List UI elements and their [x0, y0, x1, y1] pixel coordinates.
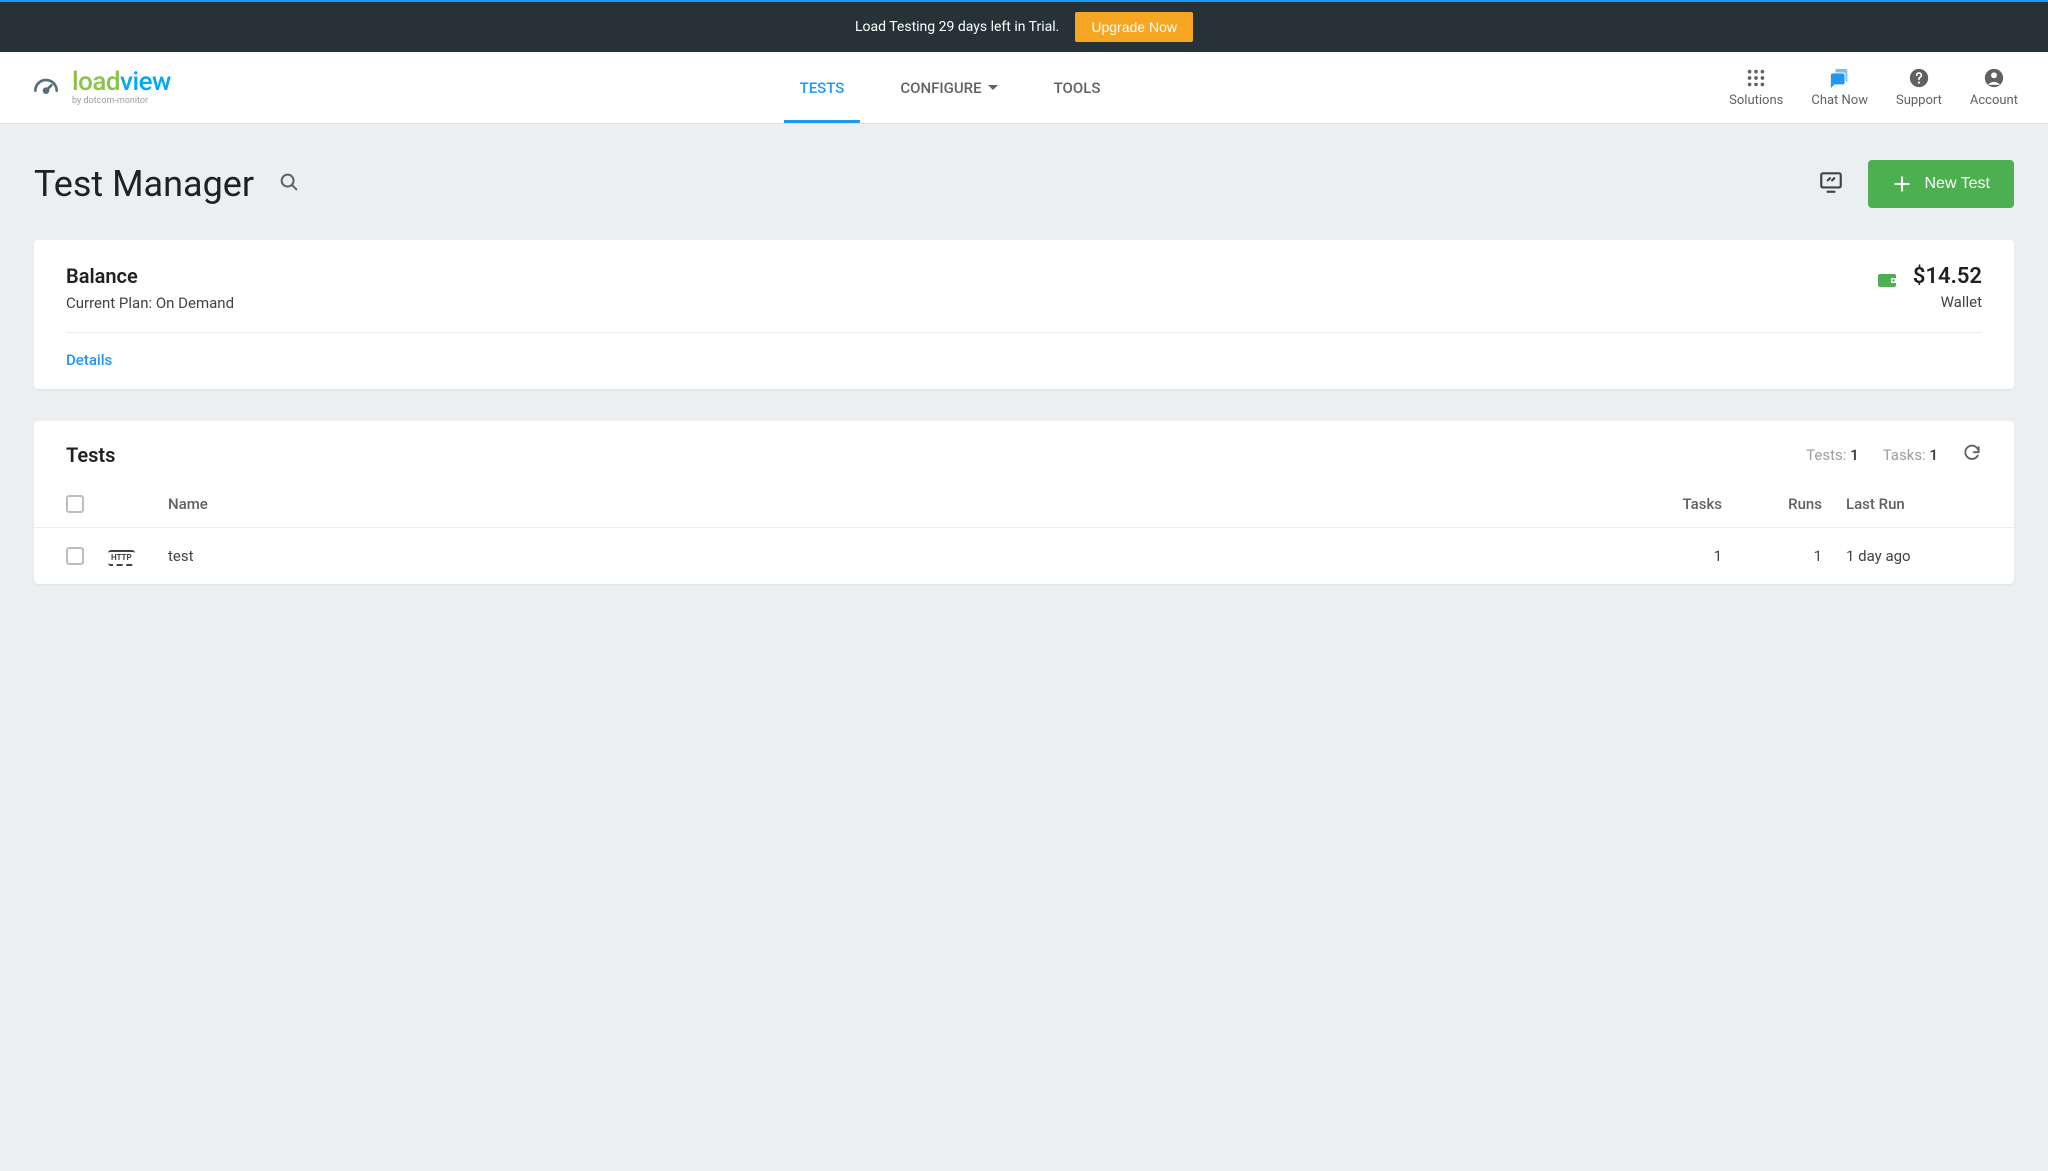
- plus-icon: [1892, 174, 1912, 194]
- http-test-icon: HTTP: [108, 550, 135, 566]
- header-action-label: Account: [1970, 93, 2018, 108]
- account-icon: [1983, 67, 2005, 89]
- balance-details-link[interactable]: Details: [66, 351, 112, 369]
- new-test-label: New Test: [1924, 175, 1990, 193]
- brand-tagline: by dotcom-monitor: [72, 97, 171, 106]
- header-action-label: Chat Now: [1811, 93, 1868, 108]
- balance-card: Balance Current Plan: On Demand $14.52: [34, 240, 2014, 389]
- tasks-count-stat: Tasks: 1: [1883, 446, 1938, 464]
- trial-message: Load Testing 29 days left in Trial.: [855, 19, 1059, 35]
- apps-grid-icon: [1745, 67, 1767, 89]
- header-actions: Solutions Chat Now Support Account: [1729, 67, 2018, 108]
- tests-count-stat: Tests: 1: [1806, 446, 1859, 464]
- column-header-tasks[interactable]: Tasks: [1634, 485, 1734, 528]
- gauge-icon: [30, 72, 62, 104]
- balance-amount: $14.52: [1913, 264, 1982, 289]
- support-button[interactable]: Support: [1896, 67, 1942, 108]
- brand-logo[interactable]: loadview by dotcom-monitor: [30, 69, 171, 106]
- nav-tab-tests[interactable]: TESTS: [772, 52, 873, 123]
- page-title: Test Manager: [34, 163, 254, 205]
- table-row[interactable]: HTTP test 1 1 1 day ago: [34, 528, 2014, 585]
- header-action-label: Support: [1896, 93, 1942, 108]
- page-header: Test Manager New: [34, 160, 2014, 208]
- header-action-label: Solutions: [1729, 93, 1783, 108]
- balance-title: Balance: [66, 264, 234, 288]
- nav-tab-configure[interactable]: CONFIGURE: [872, 52, 1025, 123]
- column-header-last-run[interactable]: Last Run: [1834, 485, 2014, 528]
- test-runs-cell: 1: [1734, 528, 1834, 585]
- new-test-button[interactable]: New Test: [1868, 160, 2014, 208]
- refresh-icon: [1962, 443, 1982, 463]
- test-name-cell: test: [156, 528, 1634, 585]
- brand-name-part1: load: [72, 67, 120, 97]
- wallet-icon: [1875, 268, 1899, 296]
- account-button[interactable]: Account: [1970, 67, 2018, 108]
- balance-plan: Current Plan: On Demand: [66, 294, 234, 312]
- brand-name-part2: view: [120, 67, 171, 97]
- row-checkbox[interactable]: [66, 547, 84, 565]
- chevron-down-icon: [988, 85, 998, 90]
- test-tasks-cell: 1: [1634, 528, 1734, 585]
- tests-table: Name Tasks Runs Last Run HTTP test 1 1: [34, 485, 2014, 584]
- solutions-button[interactable]: Solutions: [1729, 67, 1783, 108]
- trial-banner: Load Testing 29 days left in Trial. Upgr…: [0, 0, 2048, 52]
- column-header-name[interactable]: Name: [156, 485, 1634, 528]
- screen-recorder-icon: [1818, 169, 1844, 195]
- test-last-run-cell: 1 day ago: [1834, 528, 2014, 585]
- main-header: loadview by dotcom-monitor TESTS CONFIGU…: [0, 52, 2048, 124]
- balance-wallet-label: Wallet: [1913, 293, 1982, 311]
- chat-icon: [1829, 67, 1851, 89]
- tests-card: Tests Tests: 1 Tasks: 1: [34, 421, 2014, 584]
- screen-recorder-button[interactable]: [1818, 169, 1844, 199]
- chat-now-button[interactable]: Chat Now: [1811, 67, 1868, 108]
- search-button[interactable]: [278, 171, 300, 197]
- nav-tab-label: TESTS: [800, 79, 845, 97]
- refresh-button[interactable]: [1962, 443, 1982, 467]
- search-icon: [278, 171, 300, 193]
- column-header-runs[interactable]: Runs: [1734, 485, 1834, 528]
- tests-title: Tests: [66, 443, 115, 467]
- select-all-checkbox[interactable]: [66, 495, 84, 513]
- help-icon: [1908, 67, 1930, 89]
- brand-text: loadview by dotcom-monitor: [72, 69, 171, 106]
- nav-tab-label: CONFIGURE: [900, 79, 981, 97]
- upgrade-now-button[interactable]: Upgrade Now: [1075, 12, 1193, 42]
- nav-tab-label: TOOLS: [1054, 79, 1101, 97]
- page-content: Test Manager New: [0, 124, 2048, 652]
- main-nav: TESTS CONFIGURE TOOLS: [772, 52, 1129, 123]
- nav-tab-tools[interactable]: TOOLS: [1026, 52, 1129, 123]
